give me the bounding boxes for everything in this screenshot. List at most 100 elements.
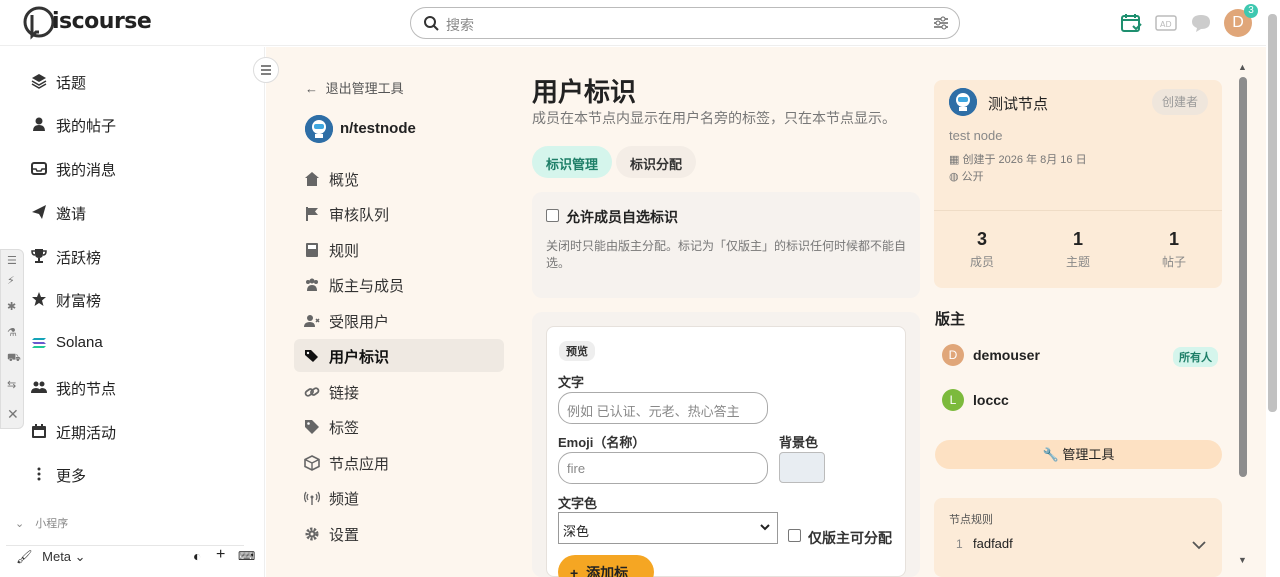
tags-icon bbox=[305, 350, 318, 362]
admin-nav-label: 链接 bbox=[329, 385, 360, 402]
search-placeholder: 搜索 bbox=[446, 17, 474, 33]
calendar-icon: ▦ bbox=[949, 154, 960, 166]
admin-nav-mods-members[interactable]: 版主与成员 bbox=[294, 268, 504, 301]
emoji-input[interactable]: fire bbox=[558, 452, 768, 484]
admin-nav-user-badges[interactable]: 用户标识 bbox=[294, 339, 504, 372]
plus-icon: + bbox=[570, 565, 579, 577]
admin-nav-settings[interactable]: 设置 bbox=[294, 517, 504, 550]
avatar: D bbox=[942, 344, 964, 366]
sidebar-collapse-button[interactable] bbox=[253, 57, 279, 83]
top-header: iscourse 搜索 AD D 3 bbox=[0, 0, 1266, 46]
node-visibility-text: 公开 bbox=[961, 171, 984, 183]
node-avatar bbox=[305, 115, 333, 143]
stat-members: 3 成员 bbox=[952, 229, 1012, 270]
discourse-logo[interactable]: iscourse bbox=[22, 6, 152, 40]
stat-topics: 1 主题 bbox=[1048, 229, 1108, 270]
page-scroll-thumb[interactable] bbox=[1268, 14, 1277, 412]
sidebar-section-apps[interactable]: ⌄ 小程序 bbox=[15, 515, 68, 531]
scroll-down-icon[interactable]: ▼ bbox=[1238, 555, 1247, 565]
close-icon[interactable]: ✕ bbox=[7, 406, 19, 423]
sidebar-item-topics[interactable]: 话题 bbox=[0, 63, 265, 99]
text-field-label: 文字 bbox=[558, 375, 585, 390]
admin-nav-label: 频道 bbox=[329, 491, 360, 508]
sidebar-item-invite[interactable]: 邀请 bbox=[0, 194, 265, 230]
node-title: 测试节点 bbox=[988, 96, 1049, 113]
mod-only-checkbox[interactable] bbox=[788, 529, 801, 542]
node-created-text: 创建于 2026 年 8月 16 日 bbox=[962, 154, 1087, 166]
search-icon bbox=[424, 16, 439, 31]
admin-nav-label: 用户标识 bbox=[329, 349, 390, 366]
link-icon bbox=[304, 387, 320, 397]
cube-icon bbox=[304, 455, 320, 471]
solana-icon bbox=[32, 338, 46, 348]
keyboard-icon[interactable]: ⌨ bbox=[238, 549, 255, 563]
admin-nav-overview[interactable]: 概览 bbox=[294, 162, 504, 195]
rule-text[interactable]: fadfadf bbox=[973, 536, 1013, 551]
stat-value: 1 bbox=[1072, 229, 1083, 249]
moderator-name: loccc bbox=[973, 392, 1009, 408]
bg-color-picker[interactable] bbox=[779, 452, 825, 483]
user-icon bbox=[33, 117, 45, 131]
sidebar-item-recent[interactable]: 近期活动 bbox=[0, 413, 265, 449]
scroll-up-icon[interactable]: ▲ bbox=[1238, 62, 1247, 72]
text-color-value: 深色 bbox=[563, 524, 590, 539]
self-select-checkbox[interactable] bbox=[546, 209, 559, 222]
admin-tools-button[interactable]: 🔧 管理工具 bbox=[935, 440, 1222, 469]
admin-nav-label: 审核队列 bbox=[329, 207, 390, 224]
search-filter-icon[interactable] bbox=[933, 16, 949, 30]
truck-icon[interactable]: ⛟ bbox=[7, 352, 21, 366]
node-visibility: ◍ 公开 bbox=[949, 168, 984, 184]
sidebar-footer-meta[interactable]: 🖌 Meta ⌄ bbox=[16, 549, 86, 565]
chat-icon[interactable] bbox=[1190, 12, 1212, 34]
bug-icon[interactable]: ✱ bbox=[7, 300, 16, 313]
stat-label: 成员 bbox=[969, 255, 994, 269]
admin-nav-label: 标签 bbox=[329, 420, 360, 437]
calendar-icon bbox=[32, 424, 46, 438]
calendar-check-icon[interactable] bbox=[1120, 12, 1142, 34]
svg-text:AD: AD bbox=[1160, 20, 1172, 29]
sidebar-item-my-nodes[interactable]: 我的节点 bbox=[0, 369, 265, 405]
search-box[interactable]: 搜索 bbox=[410, 7, 960, 39]
bg-color-label: 背景色 bbox=[779, 435, 819, 450]
moderator-name: demouser bbox=[973, 347, 1040, 363]
admin-nav-rules[interactable]: 规则 bbox=[294, 233, 504, 266]
layers-icon bbox=[31, 74, 47, 89]
panel-scroll-thumb[interactable] bbox=[1239, 77, 1247, 477]
inbox-icon bbox=[31, 162, 47, 175]
rules-heading: 节点规则 bbox=[949, 514, 993, 526]
flask-icon[interactable]: ⚗ bbox=[7, 326, 17, 339]
chevron-down-icon: ⌄ bbox=[74, 549, 86, 564]
admin-nav-links[interactable]: 链接 bbox=[294, 375, 504, 408]
admin-nav-channels[interactable]: 频道 bbox=[294, 481, 504, 514]
tab-badge-management[interactable]: 标识管理 bbox=[532, 146, 613, 178]
plug-icon[interactable]: ⚡ bbox=[7, 274, 15, 287]
admin-nav-restricted-users[interactable]: 受限用户 bbox=[294, 304, 504, 337]
users-icon bbox=[31, 381, 47, 393]
drag-handle-icon[interactable]: ☰ bbox=[7, 254, 17, 267]
sidebar-item-more[interactable]: 更多 bbox=[0, 456, 265, 492]
sidebar-item-label: 近期活动 bbox=[56, 425, 117, 442]
globe-icon: ◍ bbox=[949, 171, 959, 183]
admin-nav-tags[interactable]: 标签 bbox=[294, 410, 504, 443]
sidebar-item-messages[interactable]: 我的消息 bbox=[0, 150, 265, 186]
admin-nav-review-queue[interactable]: 审核队列 bbox=[294, 197, 504, 230]
sidebar-item-label: 我的帖子 bbox=[56, 118, 117, 135]
notification-badge: 3 bbox=[1244, 4, 1258, 18]
plus-icon[interactable]: + bbox=[216, 546, 225, 564]
theme-toggle-icon[interactable]: ◐ bbox=[193, 548, 201, 564]
route-icon[interactable]: ⇆ bbox=[7, 378, 16, 391]
exit-admin-link[interactable]: ← 退出管理工具 bbox=[305, 78, 404, 97]
add-badge-button[interactable]: + 添加标识 bbox=[558, 555, 654, 577]
sidebar-item-my-posts[interactable]: 我的帖子 bbox=[0, 106, 265, 142]
text-color-select[interactable]: 深色 bbox=[558, 512, 778, 544]
chevron-down-icon[interactable] bbox=[1192, 540, 1206, 550]
badge-text-input[interactable]: 例如 已认证、元老、热心答主 bbox=[558, 392, 768, 424]
tab-badge-assignment[interactable]: 标识分配 bbox=[616, 146, 697, 178]
self-select-description: 关闭时只能由版主分配。标记为「仅版主」的标识任何时候都不能自选。 bbox=[546, 239, 907, 270]
sidebar-item-solana[interactable]: Solana bbox=[0, 325, 265, 361]
sidebar-item-active-rank[interactable]: 活跃榜 bbox=[0, 238, 265, 274]
admin-nav-node-apps[interactable]: 节点应用 bbox=[294, 446, 504, 479]
owner-badge: 所有人 bbox=[1173, 347, 1218, 367]
ad-icon[interactable]: AD bbox=[1155, 12, 1177, 34]
sidebar-item-wealth-rank[interactable]: 财富榜 bbox=[0, 281, 265, 317]
